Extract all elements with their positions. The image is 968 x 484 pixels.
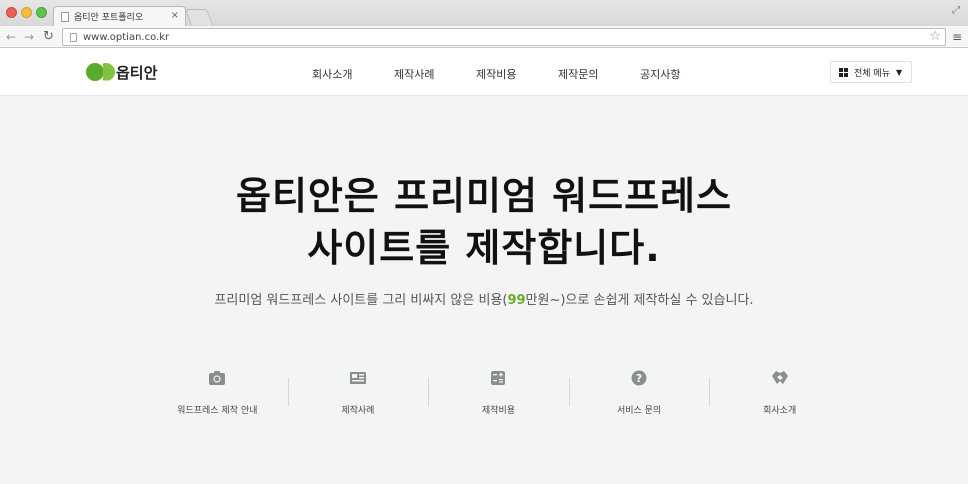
- handshake-icon: [709, 370, 850, 390]
- site-header: 옵티안 회사소개 제작사례 제작비용 제작문의 공지사항 전체 메뉴 ▼: [0, 48, 968, 96]
- hero-title-line1: 옵티안은 프리미엄 워드프레스: [236, 174, 732, 218]
- quick-link-wordpress-guide[interactable]: 워드프레스 제작 안내: [147, 366, 288, 420]
- quick-link-company[interactable]: 회사소개: [709, 366, 850, 420]
- nav-item-portfolio[interactable]: 제작사례: [394, 66, 434, 82]
- hero-title-line2: 사이트를 제작합니다.: [307, 226, 661, 270]
- hero-subtitle-before: 프리미엄 워드프레스 사이트를 그리 비싸지 않은 비용(: [214, 293, 508, 308]
- page-icon: [61, 11, 69, 22]
- hero-subtitle-after: 만원~)으로 손쉽게 제작하실 수 있습니다.: [525, 293, 754, 308]
- hero-subtitle: 프리미엄 워드프레스 사이트를 그리 비싸지 않은 비용(99만원~)으로 손쉽…: [0, 289, 968, 308]
- nav-item-company[interactable]: 회사소개: [312, 66, 352, 82]
- quick-link-label: 서비스 문의: [616, 406, 662, 416]
- caret-down-icon: ▼: [895, 67, 903, 77]
- question-icon: ?: [569, 370, 710, 390]
- nav-item-inquiry[interactable]: 제작문의: [558, 66, 598, 82]
- quick-link-label: 회사소개: [763, 406, 797, 416]
- quick-link-inquiry[interactable]: ? 서비스 문의: [568, 366, 710, 420]
- quick-link-label: 제작비용: [481, 406, 516, 416]
- quick-link-pricing[interactable]: 제작비용: [428, 366, 569, 420]
- browser-titlebar: 옵티안 포트폴리오 × ⤢: [0, 0, 968, 26]
- hero-title: 옵티안은 프리미엄 워드프레스 사이트를 제작합니다.: [0, 170, 968, 274]
- quick-link-label: 제작사례: [341, 406, 375, 416]
- all-menu-button[interactable]: 전체 메뉴 ▼: [830, 61, 912, 83]
- address-bar[interactable]: www.optian.co.kr ☆: [62, 28, 946, 46]
- portfolio-icon: [288, 370, 429, 390]
- reload-icon[interactable]: ↻: [43, 29, 54, 45]
- quick-links: 워드프레스 제작 안내 제작사례 제작비용 ? 서비스 문의 회사소개: [147, 366, 850, 420]
- nav-item-pricing[interactable]: 제작비용: [476, 66, 516, 82]
- new-tab-button[interactable]: [185, 9, 213, 25]
- bookmark-star-icon[interactable]: ☆: [929, 29, 941, 45]
- calculator-icon: [428, 370, 569, 390]
- browser-toolbar: ← → ↻ www.optian.co.kr ☆ ≡: [0, 26, 968, 48]
- tab-title: 옵티안 포트폴리오: [74, 13, 144, 23]
- grid-icon: [839, 67, 848, 77]
- nav-item-notice[interactable]: 공지사항: [640, 66, 680, 82]
- window-close-button[interactable]: [6, 7, 17, 18]
- window-minimize-button[interactable]: [21, 7, 32, 18]
- url-text[interactable]: www.optian.co.kr: [83, 32, 169, 43]
- tab-close-icon[interactable]: ×: [171, 10, 179, 21]
- quick-link-portfolio[interactable]: 제작사례: [287, 366, 429, 420]
- wordpress-icon: [147, 370, 288, 390]
- svg-text:?: ?: [636, 372, 642, 385]
- hero-subtitle-price: 99: [507, 293, 526, 308]
- quick-link-label: 워드프레스 제작 안내: [177, 406, 258, 416]
- page-icon: [70, 32, 77, 42]
- forward-icon[interactable]: →: [24, 29, 34, 45]
- back-icon[interactable]: ←: [6, 29, 16, 45]
- browser-tab[interactable]: 옵티안 포트폴리오 ×: [53, 6, 186, 26]
- all-menu-label: 전체 메뉴: [854, 68, 890, 79]
- browser-menu-icon[interactable]: ≡: [952, 30, 962, 44]
- fullscreen-icon[interactable]: ⤢: [952, 5, 960, 16]
- window-maximize-button[interactable]: [36, 7, 47, 18]
- main-nav: 회사소개 제작사례 제작비용 제작문의 공지사항: [0, 66, 968, 82]
